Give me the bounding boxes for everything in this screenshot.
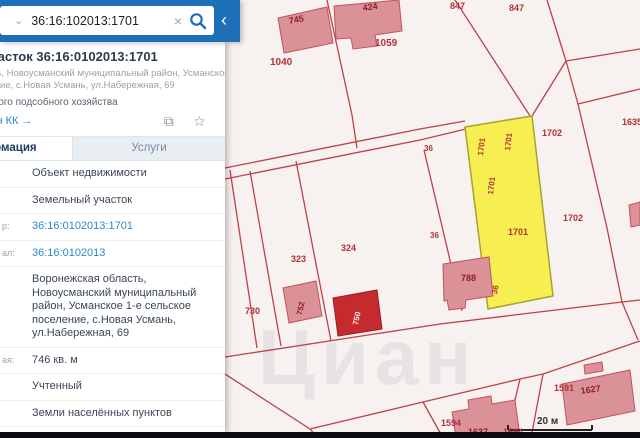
parcel-landuse-summary: для ведения личного подсобного хозяйства bbox=[0, 97, 118, 108]
map-parcel-label: 1594 bbox=[441, 418, 462, 428]
overlay-and-star-icons[interactable]: ⧉ ☆ bbox=[164, 113, 213, 130]
search-dropdown-icon[interactable]: ⌄ bbox=[14, 14, 23, 27]
card-link-row: План КК → ⧉ ☆ bbox=[0, 112, 225, 136]
info-row-label: ал: bbox=[2, 247, 15, 258]
info-row-value: Воронежская область, Новоусманский муниц… bbox=[32, 273, 197, 339]
search-box[interactable]: ⌄ × bbox=[0, 6, 214, 35]
info-row-value: Объект недвижимости bbox=[32, 167, 147, 179]
plan-kk-link[interactable]: План КК → bbox=[0, 115, 32, 127]
map-parcel-label: 847 bbox=[450, 1, 466, 11]
map-building-label: 424 bbox=[362, 0, 379, 13]
map-parcel-label: 1702 bbox=[542, 128, 563, 138]
map-parcel-label: 323 bbox=[291, 254, 307, 264]
search-input[interactable] bbox=[29, 12, 174, 29]
info-row-label: р: bbox=[2, 221, 10, 231]
parcel-address-summary: Воронежская область, Новоусманский муниц… bbox=[0, 68, 225, 91]
info-row-value: Земли населённых пунктов bbox=[32, 406, 172, 419]
map-parcel-label: 1059 bbox=[375, 38, 398, 49]
tab-information-label: Информация bbox=[0, 142, 37, 154]
map-parcel-label: 1591 bbox=[554, 383, 575, 393]
info-row: ая: 746 кв. м bbox=[0, 348, 225, 374]
map-scale-label: 20 м bbox=[537, 416, 559, 427]
info-row: Земли населённых пунктов bbox=[0, 401, 225, 427]
collapse-panel-icon[interactable]: ‹ bbox=[221, 11, 227, 29]
map-building-label: 788 bbox=[461, 273, 477, 283]
map-parcel-label: 847 bbox=[509, 3, 525, 13]
map-parcel-label: 1702 bbox=[563, 213, 584, 223]
info-row: Воронежская область, Новоусманский муниц… bbox=[0, 267, 225, 348]
bottom-bar bbox=[0, 432, 640, 438]
info-row: Земельный участок bbox=[0, 188, 225, 214]
map-parcel-label: 36 bbox=[430, 231, 439, 240]
info-row: Учтенный bbox=[0, 374, 225, 401]
map-parcel-label: 36 bbox=[424, 144, 433, 153]
map-parcel-label: 324 bbox=[341, 243, 357, 253]
map-parcel-label: 1040 bbox=[270, 57, 293, 68]
tab-services[interactable]: Услуги bbox=[72, 137, 225, 160]
search-header: ⌄ × ‹ bbox=[0, 0, 240, 42]
map-parcel-label: 730 bbox=[245, 306, 261, 316]
map-parcel-label: 1635 bbox=[622, 117, 640, 127]
parcel-title: Участок 36:16:0102013:1701 bbox=[0, 49, 158, 64]
clear-search-icon[interactable]: × bbox=[174, 13, 182, 29]
search-icon[interactable] bbox=[188, 11, 208, 31]
info-row-value: Земельный участок bbox=[32, 193, 133, 206]
parcel-summary-card: Участок 36:16:0102013:1701 Воронежская о… bbox=[0, 42, 225, 137]
cadastral-number-link[interactable]: 36:16:0102013:1701 bbox=[32, 220, 217, 234]
map-parcel-label: 36 bbox=[490, 284, 501, 295]
info-row: р: 36:16:0102013:1701 bbox=[0, 214, 225, 241]
map-parcel-label: 1701 bbox=[508, 227, 529, 237]
cadastral-number-link[interactable]: 36:16:0102013 bbox=[32, 247, 217, 261]
info-row: ал: 36:16:0102013 bbox=[0, 241, 225, 267]
app-window: Циан 10401059745424847847163517021702363… bbox=[0, 0, 640, 438]
panel-tabs: Информация Услуги bbox=[0, 137, 225, 161]
info-row-value: 746 кв. м bbox=[32, 353, 78, 366]
tab-information[interactable]: Информация bbox=[0, 137, 72, 160]
parcel-info-table: Объект недвижимости Земельный участок р: 36… bbox=[0, 161, 225, 433]
info-row-value: Учтенный bbox=[32, 380, 82, 392]
info-panel: Участок 36:16:0102013:1701 Воронежская о… bbox=[0, 42, 225, 433]
building-right-edge[interactable] bbox=[628, 201, 640, 228]
info-row: Объект недвижимости bbox=[0, 161, 225, 188]
info-row-label: ая: bbox=[2, 354, 15, 365]
